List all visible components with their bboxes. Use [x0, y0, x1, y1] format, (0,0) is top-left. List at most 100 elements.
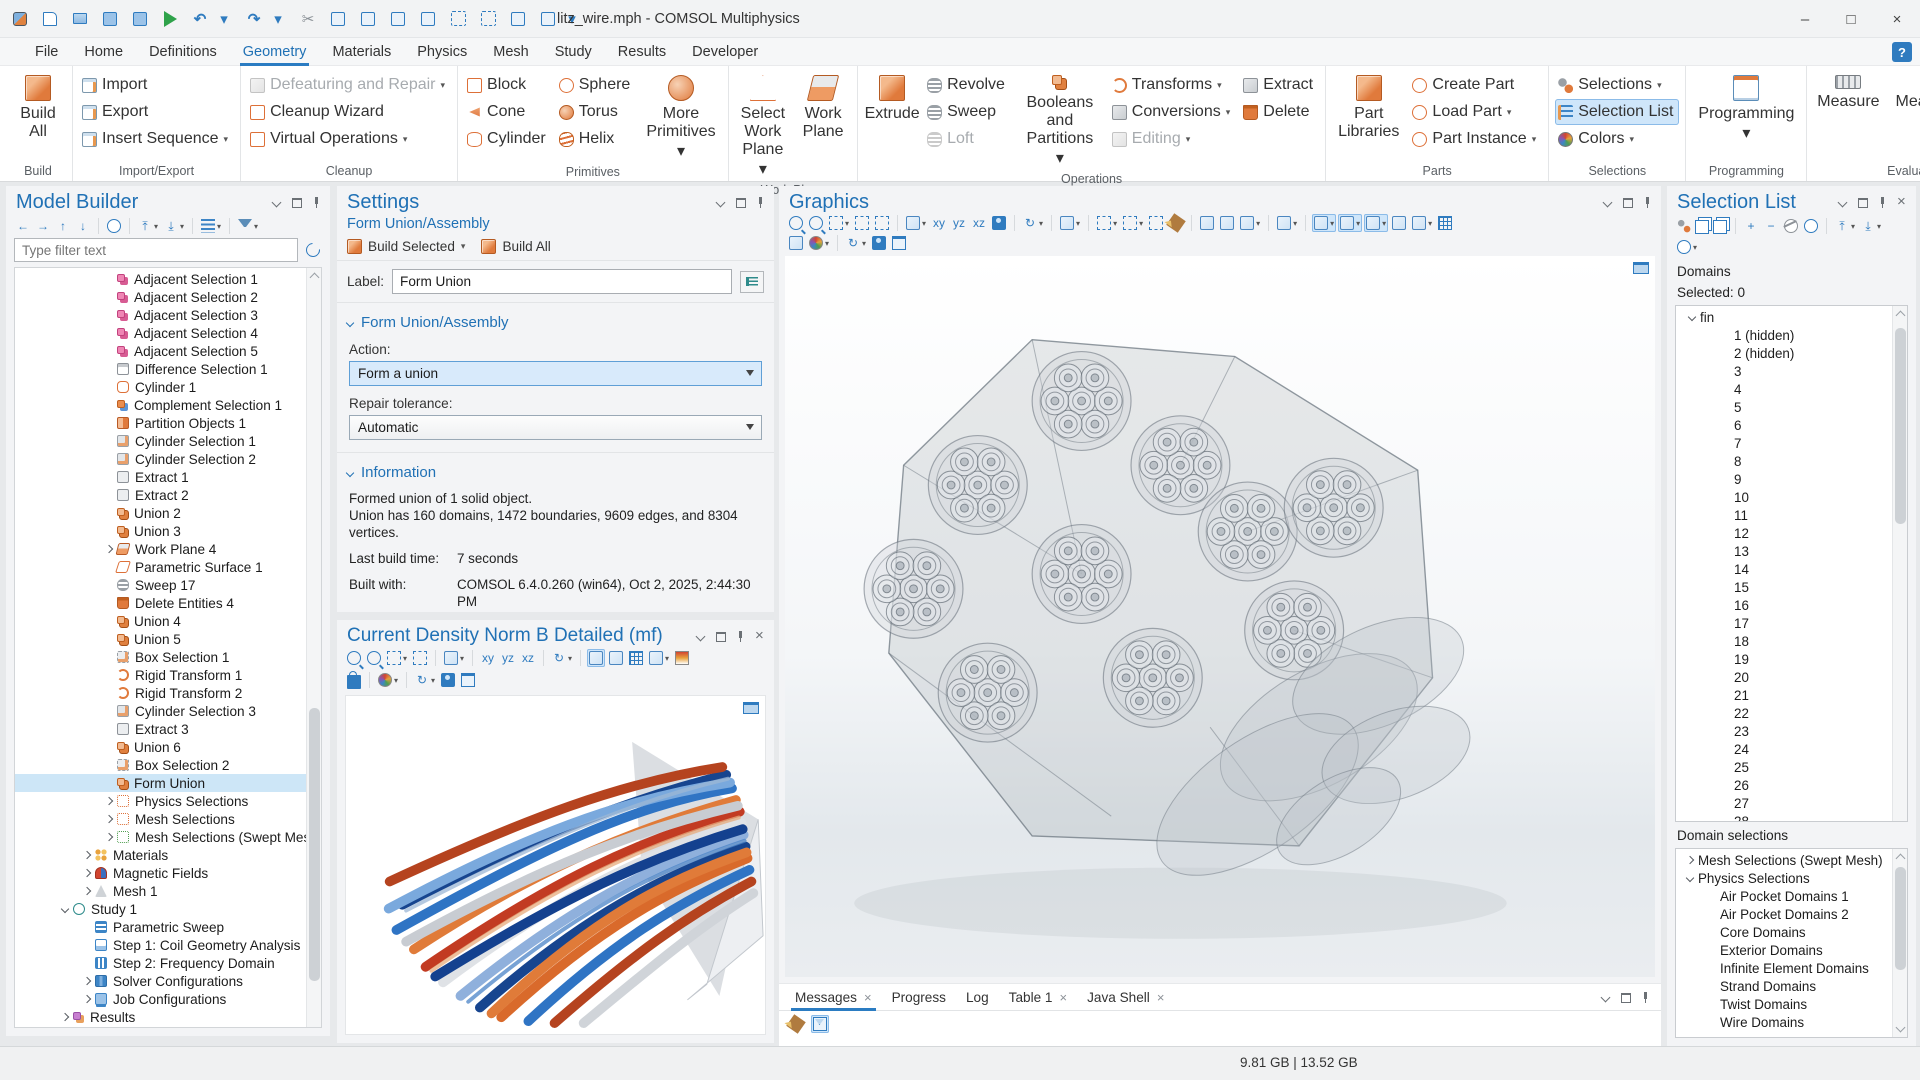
domain-selection-twist-domains[interactable]: Twist Domains [1676, 995, 1892, 1013]
domain-selections-scrollbar[interactable] [1892, 849, 1907, 1037]
selection-item-26[interactable]: 26 [1676, 776, 1892, 794]
selection-item-4[interactable]: 4 [1676, 380, 1892, 398]
menu-geometry[interactable]: Geometry [230, 38, 320, 66]
undo-caret-icon[interactable]: ▾ [214, 9, 234, 29]
graphics-canvas[interactable] [785, 256, 1655, 977]
selection-item-5[interactable]: 5 [1676, 398, 1892, 416]
panel-menu-icon[interactable] [271, 197, 282, 208]
no-tooltip-icon[interactable] [787, 234, 805, 252]
sweep-button[interactable]: Sweep [924, 99, 1011, 125]
new-file-icon[interactable] [40, 9, 60, 29]
filter-input[interactable] [14, 238, 298, 262]
transparency-icon[interactable]: ▾ [1312, 214, 1336, 232]
chain-icon[interactable] [1675, 217, 1693, 235]
selection-item-21[interactable]: 21 [1676, 686, 1892, 704]
select-icon[interactable]: ▾ [1095, 214, 1119, 232]
select-entities-icon[interactable] [1147, 214, 1165, 232]
tree-item-work-plane-4[interactable]: Work Plane 4 [15, 540, 306, 558]
menu-developer[interactable]: Developer [679, 38, 771, 66]
paste-into-icon[interactable] [388, 9, 408, 29]
view-box-icon[interactable]: ▾ [1364, 214, 1388, 232]
scene-icon[interactable] [607, 649, 625, 667]
pin-panel-icon[interactable] [755, 197, 766, 208]
broom-icon[interactable] [787, 1015, 805, 1033]
selection-item-25[interactable]: 25 [1676, 758, 1892, 776]
selection-item-23[interactable]: 23 [1676, 722, 1892, 740]
tree-item-adjacent-selection-1[interactable]: Adjacent Selection 1 [15, 270, 306, 288]
menu-mesh[interactable]: Mesh [480, 38, 541, 66]
color-bar-icon[interactable] [673, 649, 691, 667]
tab-java-shell[interactable]: Java Shell× [1077, 984, 1174, 1011]
refresh-icon[interactable] [304, 241, 322, 259]
selection-group-fin[interactable]: fin [1676, 308, 1892, 326]
float-window-icon[interactable] [743, 702, 759, 714]
close-panel-icon[interactable] [1897, 197, 1908, 208]
selection-item-2-hidden[interactable]: 2 (hidden) [1676, 344, 1892, 362]
tree-item-adjacent-selection-5[interactable]: Adjacent Selection 5 [15, 342, 306, 360]
editing-button[interactable]: Editing▾ [1109, 126, 1236, 152]
go-to-view-icon[interactable]: ▾ [442, 649, 466, 667]
help-button[interactable]: ? [1892, 42, 1912, 62]
build-selected-button[interactable]: Build Selected▾ [347, 239, 465, 254]
clear-region-icon[interactable] [478, 9, 498, 29]
image-snapshot-icon[interactable] [1390, 214, 1408, 232]
selection-item-6[interactable]: 6 [1676, 416, 1892, 434]
tree-item-cylinder-selection-3[interactable]: Cylinder Selection 3 [15, 702, 306, 720]
model-builder-scrollbar[interactable] [306, 268, 321, 1027]
tree-item-rigid-transform-2[interactable]: Rigid Transform 2 [15, 684, 306, 702]
cylinder-button[interactable]: Cylinder [464, 126, 552, 152]
eye-icon[interactable] [1802, 217, 1820, 235]
view-hidden-icon[interactable]: ▾ [1238, 214, 1262, 232]
update-icon[interactable]: ↻▾ [413, 671, 437, 689]
delete-icon[interactable] [418, 9, 438, 29]
save-as-icon[interactable] [130, 9, 150, 29]
insert-sequence-button[interactable]: Insert Sequence▾ [79, 126, 234, 152]
tree-item-union-4[interactable]: Union 4 [15, 612, 306, 630]
selection-item-16[interactable]: 16 [1676, 596, 1892, 614]
deselect-icon[interactable]: ▾ [1121, 214, 1145, 232]
expand-chevron-icon[interactable] [79, 996, 95, 1002]
tree-item-solver-configurations[interactable]: Solver Configurations [15, 972, 306, 990]
float-panel-icon[interactable] [1857, 197, 1868, 208]
domain-selection-infinite-element-domains[interactable]: Infinite Element Domains [1676, 959, 1892, 977]
density-plot-canvas[interactable] [345, 695, 766, 1035]
menu-definitions[interactable]: Definitions [136, 38, 230, 66]
go-to-view-icon[interactable]: ▾ [904, 214, 928, 232]
copy-icon[interactable] [1695, 216, 1711, 236]
scene-light-icon[interactable]: ▾ [1058, 214, 1082, 232]
selection-item-13[interactable]: 13 [1676, 542, 1892, 560]
expand-chevron-icon[interactable] [1682, 857, 1698, 863]
tab-progress[interactable]: Progress [882, 984, 956, 1011]
menu-results[interactable]: Results [605, 38, 679, 66]
mail-icon[interactable] [811, 1015, 829, 1033]
virtual-operations-button[interactable]: Virtual Operations▾ [247, 126, 451, 152]
open-file-icon[interactable] [70, 9, 90, 29]
expand-chevron-icon[interactable] [1684, 314, 1700, 320]
create-part-button[interactable]: Create Part [1409, 72, 1542, 98]
menu-materials[interactable]: Materials [319, 38, 404, 66]
tree-item-box-selection-1[interactable]: Box Selection 1 [15, 648, 306, 666]
part-instance-button[interactable]: Part Instance▾ [1409, 126, 1542, 152]
panel-menu-icon[interactable] [695, 631, 706, 642]
movie-icon[interactable] [990, 214, 1008, 232]
section-form-union[interactable]: Form Union/Assembly [337, 303, 774, 338]
tree-item-union-2[interactable]: Union 2 [15, 504, 306, 522]
selection-item-18[interactable]: 18 [1676, 632, 1892, 650]
wireframe-icon[interactable]: ▾ [1275, 214, 1299, 232]
float-panel-icon[interactable] [735, 197, 746, 208]
extrude-button[interactable]: Extrude [864, 70, 920, 125]
tree-item-mesh-1[interactable]: Mesh 1 [15, 882, 306, 900]
select-region-icon[interactable] [448, 9, 468, 29]
zoom-out-icon[interactable] [807, 214, 825, 232]
transparency-icon[interactable] [587, 649, 605, 667]
expand-chevron-icon[interactable] [79, 978, 95, 984]
cut-icon[interactable]: ✂ [298, 9, 318, 29]
more-primitives-button[interactable]: More Primitives ▾ [640, 70, 721, 163]
expand-chevron-icon[interactable] [101, 546, 117, 552]
eye-off-icon[interactable] [1782, 217, 1800, 235]
tree-item-sweep-17[interactable]: Sweep 17 [15, 576, 306, 594]
grid-icon[interactable] [1436, 214, 1454, 232]
view-xz-icon[interactable]: xz [519, 649, 537, 667]
close-tab-icon[interactable]: × [864, 990, 872, 1005]
tree-item-box-selection-2[interactable]: Box Selection 2 [15, 756, 306, 774]
